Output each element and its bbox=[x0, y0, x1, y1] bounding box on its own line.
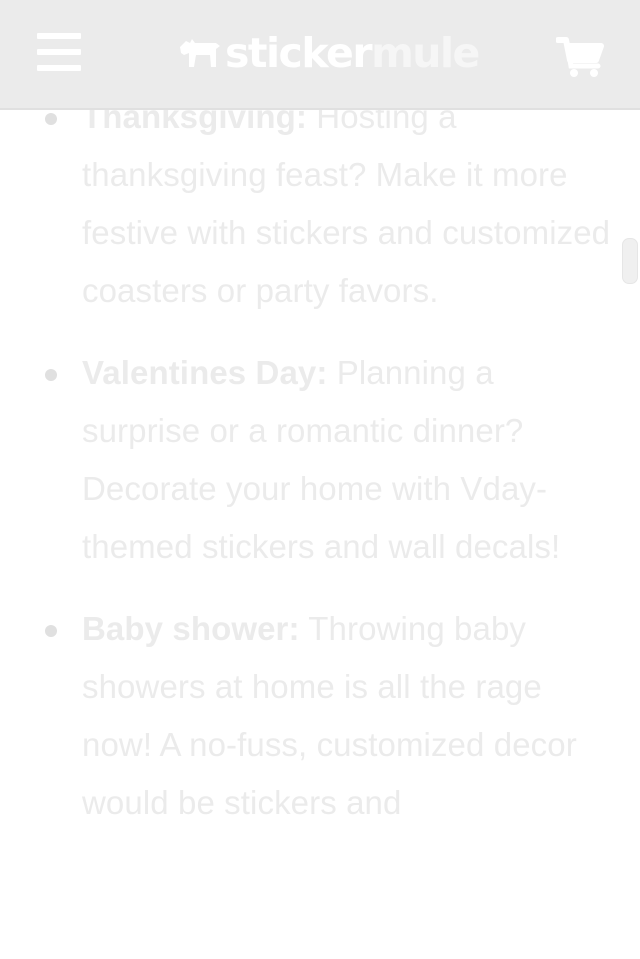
item-term: Baby shower: bbox=[82, 610, 300, 647]
stickermule-logo[interactable]: stickermule bbox=[178, 28, 480, 78]
list-item: Baby shower: Throwing baby showers at ho… bbox=[0, 600, 640, 832]
bullet-icon bbox=[45, 113, 57, 125]
bullet-icon bbox=[45, 625, 57, 637]
shopping-cart-icon[interactable] bbox=[555, 36, 604, 78]
logo-text: stickermule bbox=[225, 29, 480, 77]
hamburger-menu-icon[interactable] bbox=[37, 33, 81, 73]
scrollbar-thumb[interactable] bbox=[622, 238, 638, 284]
bullet-icon bbox=[45, 369, 57, 381]
list-item: Thanksgiving: Hosting a thanksgiving fea… bbox=[0, 88, 640, 320]
mule-icon bbox=[180, 39, 220, 67]
item-term: Valentines Day: bbox=[82, 354, 328, 391]
article-content: Thanksgiving: Hosting a thanksgiving fea… bbox=[0, 88, 640, 959]
top-header: stickermule bbox=[0, 0, 640, 110]
bullet-list: Thanksgiving: Hosting a thanksgiving fea… bbox=[0, 88, 640, 832]
list-item: Valentines Day: Planning a surprise or a… bbox=[0, 344, 640, 576]
